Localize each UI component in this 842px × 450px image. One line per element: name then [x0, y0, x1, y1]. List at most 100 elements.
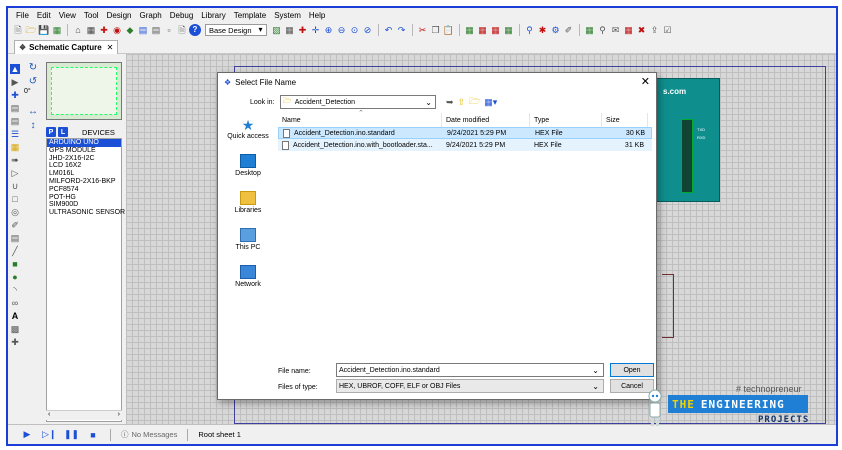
scroll-left-icon[interactable]: ‹ — [48, 411, 50, 420]
back-icon[interactable]: ➥ — [446, 97, 454, 108]
chevron-down-icon[interactable]: ⌄ — [592, 366, 599, 375]
home-icon[interactable]: ⌂ — [72, 24, 84, 36]
close-icon[interactable]: ✕ — [641, 75, 650, 88]
pick-devices-button[interactable]: P — [46, 127, 56, 137]
generator-icon[interactable]: ◎ — [10, 207, 20, 217]
3d-view-icon[interactable]: ◆ — [124, 24, 136, 36]
block-move-icon[interactable]: ▦ — [477, 24, 489, 36]
device-item[interactable]: MILFORD-2X16-BKP — [47, 178, 121, 186]
module-component[interactable]: s.com TXD RXD — [656, 78, 720, 202]
refresh-icon[interactable]: ▧ — [271, 24, 283, 36]
help-icon[interactable]: ? — [189, 24, 201, 36]
device-item[interactable]: LM016L — [47, 170, 121, 178]
menu-tool[interactable]: Tool — [80, 11, 103, 20]
up-folder-icon[interactable]: ⇧ — [458, 97, 466, 108]
origin-icon[interactable]: ✚ — [297, 24, 309, 36]
grid-icon[interactable]: ▦ — [284, 24, 296, 36]
schematic-icon[interactable]: ▦ — [85, 24, 97, 36]
tape-recorder-icon[interactable]: □ — [10, 194, 20, 204]
block-copy-icon[interactable]: ▦ — [464, 24, 476, 36]
open-folder-icon[interactable]: 🗁 — [25, 24, 37, 36]
search-tag-icon[interactable]: ⚲ — [597, 24, 609, 36]
device-item[interactable]: GPS MODULE — [47, 147, 121, 155]
selection-mode-icon[interactable]: ▲ — [10, 64, 20, 74]
place-libraries[interactable]: Libraries — [222, 191, 274, 227]
import-icon[interactable]: ▦ — [51, 24, 63, 36]
decompose-icon[interactable]: ✐ — [563, 24, 575, 36]
redo-icon[interactable]: ↷ — [396, 24, 408, 36]
column-size[interactable]: Size — [602, 113, 648, 127]
place-this-pc[interactable]: This PC — [222, 228, 274, 264]
device-item[interactable]: ARDUINO UNO — [47, 139, 121, 147]
new-folder-icon[interactable]: 🗁 — [469, 94, 480, 110]
step-icon[interactable]: ▷❙ — [42, 429, 56, 440]
electrical-check-icon[interactable]: ☑ — [662, 24, 674, 36]
gerber-icon[interactable]: ◉ — [111, 24, 123, 36]
zoom-in-icon[interactable]: ⊕ — [323, 24, 335, 36]
rotate-anticlockwise-icon[interactable]: ↺ — [29, 76, 37, 87]
virtual-instruments-icon[interactable]: ▤ — [10, 233, 20, 243]
place-network[interactable]: Network — [222, 265, 274, 301]
column-name[interactable]: Name — [278, 113, 442, 127]
text-icon[interactable]: A — [10, 311, 20, 321]
device-list-scrollbar[interactable]: ‹ › — [46, 410, 122, 420]
menu-file[interactable]: File — [12, 11, 33, 20]
copy-icon[interactable]: ❐ — [430, 24, 442, 36]
paste-icon[interactable]: 📋 — [443, 24, 455, 36]
voltage-probe-icon[interactable]: ✐ — [10, 220, 20, 230]
document-icon[interactable]: 🗎 — [176, 24, 188, 36]
box-icon[interactable]: ■ — [10, 259, 20, 269]
look-in-select[interactable]: 🗁 Accident_Detection ⌄ — [280, 95, 436, 109]
tab-schematic-capture[interactable]: ❖ Schematic Capture ✕ — [14, 40, 119, 54]
graph-mode-icon[interactable]: ∪ — [10, 181, 20, 191]
device-item[interactable]: JHD-2X16-I2C — [47, 155, 121, 163]
marker-icon[interactable]: ✚ — [10, 337, 20, 347]
buses-icon[interactable]: ☰ — [10, 129, 20, 139]
file-row[interactable]: Accident_Detection.ino.standard 9/24/202… — [278, 127, 652, 139]
menu-system[interactable]: System — [270, 11, 305, 20]
place-quick-access[interactable]: ★ Quick access — [222, 117, 274, 153]
message-status[interactable]: ⓘ No Messages — [121, 429, 177, 440]
block-rotate-icon[interactable]: ▦ — [490, 24, 502, 36]
mirror-horizontal-icon[interactable]: ↔ — [28, 106, 38, 117]
place-desktop[interactable]: Desktop — [222, 154, 274, 190]
close-tab-icon[interactable]: ✕ — [107, 43, 114, 52]
file-row[interactable]: Accident_Detection.ino.with_bootloader.s… — [278, 139, 652, 151]
file-name-field[interactable]: Accident_Detection.ino.standard ⌄ — [336, 363, 604, 377]
packaging-icon[interactable]: ⚙ — [550, 24, 562, 36]
device-item[interactable]: POT-HG — [47, 194, 121, 202]
device-pins-icon[interactable]: ▷ — [10, 168, 20, 178]
cut-icon[interactable]: ✂ — [417, 24, 429, 36]
zoom-out-icon[interactable]: ⊖ — [336, 24, 348, 36]
menu-design[interactable]: Design — [103, 11, 136, 20]
junction-dot-icon[interactable]: ✚ — [10, 90, 20, 100]
scroll-right-icon[interactable]: › — [118, 411, 120, 420]
source-code-icon[interactable]: ▫ — [163, 24, 175, 36]
path-icon[interactable]: ∞ — [10, 298, 20, 308]
design-combo[interactable]: Base Design — [205, 24, 267, 36]
menu-library[interactable]: Library — [197, 11, 229, 20]
menu-edit[interactable]: Edit — [33, 11, 55, 20]
rotation-angle[interactable]: 0° — [24, 88, 31, 95]
device-item[interactable]: ULTRASONIC SENSOR — [47, 209, 125, 217]
open-button[interactable]: Open — [610, 363, 654, 377]
wire-segment[interactable] — [662, 274, 674, 338]
wire-label-icon[interactable]: ▤ — [10, 103, 20, 113]
pan-icon[interactable]: ✛ — [310, 24, 322, 36]
circle-icon[interactable]: ● — [10, 272, 20, 282]
bom-icon[interactable]: ▤ — [137, 24, 149, 36]
stop-icon[interactable]: ■ — [86, 430, 100, 440]
pcb-icon[interactable]: ✚ — [98, 24, 110, 36]
device-item[interactable]: SIM900D — [47, 201, 121, 209]
rotate-clockwise-icon[interactable]: ↻ — [29, 62, 37, 73]
make-device-icon[interactable]: ✱ — [537, 24, 549, 36]
device-item[interactable]: PCF8574 — [47, 186, 121, 194]
pause-icon[interactable]: ❚❚ — [64, 429, 79, 440]
file-type-select[interactable]: HEX, UBROF, COFF, ELF or OBJ Files ⌄ — [336, 379, 604, 393]
wire-autorouter-icon[interactable]: ▦ — [584, 24, 596, 36]
menu-template[interactable]: Template — [230, 11, 270, 20]
pick-device-icon[interactable]: ⚲ — [524, 24, 536, 36]
arc-icon[interactable]: ◝ — [10, 285, 20, 295]
save-icon[interactable]: 💾 — [38, 24, 50, 36]
mirror-vertical-icon[interactable]: ↕ — [31, 120, 36, 131]
